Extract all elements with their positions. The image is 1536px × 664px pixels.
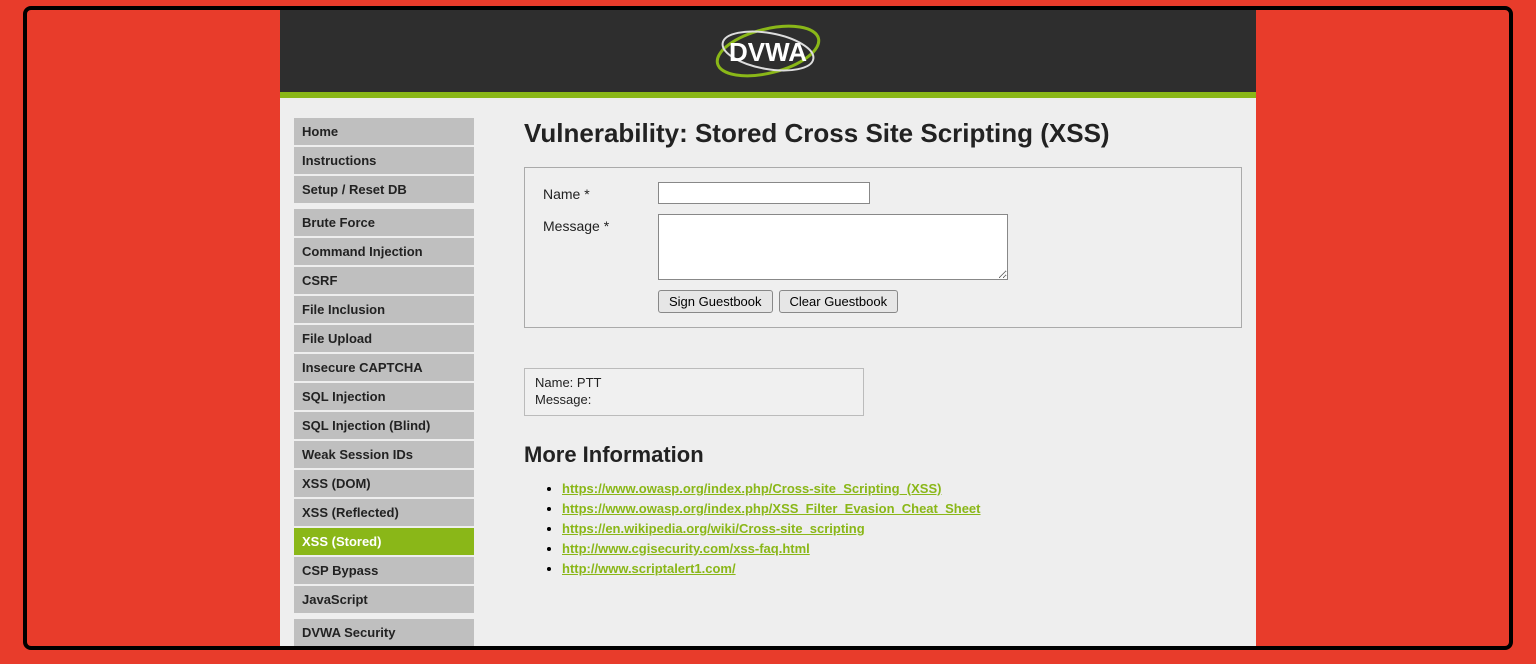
link-item: https://en.wikipedia.org/wiki/Cross-site… [562,520,1242,538]
nav-file-inclusion[interactable]: File Inclusion [294,296,474,323]
sidebar: HomeInstructionsSetup / Reset DB Brute Fo… [294,118,474,646]
more-info-links: https://www.owasp.org/index.php/Cross-si… [562,480,1242,578]
sign-guestbook-button[interactable]: Sign Guestbook [658,290,773,313]
external-link[interactable]: http://www.scriptalert1.com/ [562,561,736,576]
name-input[interactable] [658,182,870,204]
dvwa-logo-icon: DVWA [708,23,828,79]
nav-sql-injection[interactable]: SQL Injection [294,383,474,410]
link-item: http://www.cgisecurity.com/xss-faq.html [562,540,1242,558]
clear-guestbook-button[interactable]: Clear Guestbook [779,290,899,313]
nav-instructions[interactable]: Instructions [294,147,474,174]
external-link[interactable]: https://www.owasp.org/index.php/Cross-si… [562,481,941,496]
nav-dvwa-security[interactable]: DVWA Security [294,619,474,646]
nav-command-injection[interactable]: Command Injection [294,238,474,265]
guestbook-form: Name * Message * Sign Guestbook Clear Gu… [524,167,1242,328]
entry-message-label: Message: [535,392,591,407]
nav-javascript[interactable]: JavaScript [294,586,474,613]
body: HomeInstructionsSetup / Reset DB Brute Fo… [280,98,1256,646]
nav-sql-injection-blind[interactable]: SQL Injection (Blind) [294,412,474,439]
message-label: Message * [543,214,658,234]
logo: DVWA [708,23,828,79]
external-link[interactable]: http://www.cgisecurity.com/xss-faq.html [562,541,810,556]
entry-name-label: Name: [535,375,573,390]
link-item: https://www.owasp.org/index.php/Cross-si… [562,480,1242,498]
nav-weak-session-ids[interactable]: Weak Session IDs [294,441,474,468]
nav-file-upload[interactable]: File Upload [294,325,474,352]
guestbook-entry: Name: PTT Message: [524,368,864,416]
external-link[interactable]: https://www.owasp.org/index.php/XSS_Filt… [562,501,981,516]
external-link[interactable]: https://en.wikipedia.org/wiki/Cross-site… [562,521,865,536]
link-item: https://www.owasp.org/index.php/XSS_Filt… [562,500,1242,518]
nav-insecure-captcha[interactable]: Insecure CAPTCHA [294,354,474,381]
app-frame: DVWA HomeInstructionsSetup / Reset DB Bru… [23,6,1513,650]
nav-xss-dom[interactable]: XSS (DOM) [294,470,474,497]
svg-text:DVWA: DVWA [729,37,807,67]
nav-xss-stored[interactable]: XSS (Stored) [294,528,474,555]
header: DVWA [280,10,1256,92]
nav-spacer [294,205,474,207]
more-info-heading: More Information [524,442,1242,468]
entry-name-value: PTT [577,375,602,390]
nav-brute-force[interactable]: Brute Force [294,209,474,236]
name-label: Name * [543,182,658,202]
nav-xss-reflected[interactable]: XSS (Reflected) [294,499,474,526]
nav-setup[interactable]: Setup / Reset DB [294,176,474,203]
nav-home[interactable]: Home [294,118,474,145]
message-input[interactable] [658,214,1008,280]
page-title: Vulnerability: Stored Cross Site Scripti… [524,118,1242,149]
main-content: Vulnerability: Stored Cross Site Scripti… [524,118,1242,646]
nav-csp-bypass[interactable]: CSP Bypass [294,557,474,584]
link-item: http://www.scriptalert1.com/ [562,560,1242,578]
nav-spacer [294,615,474,617]
app-container: DVWA HomeInstructionsSetup / Reset DB Bru… [280,10,1256,646]
nav-csrf[interactable]: CSRF [294,267,474,294]
